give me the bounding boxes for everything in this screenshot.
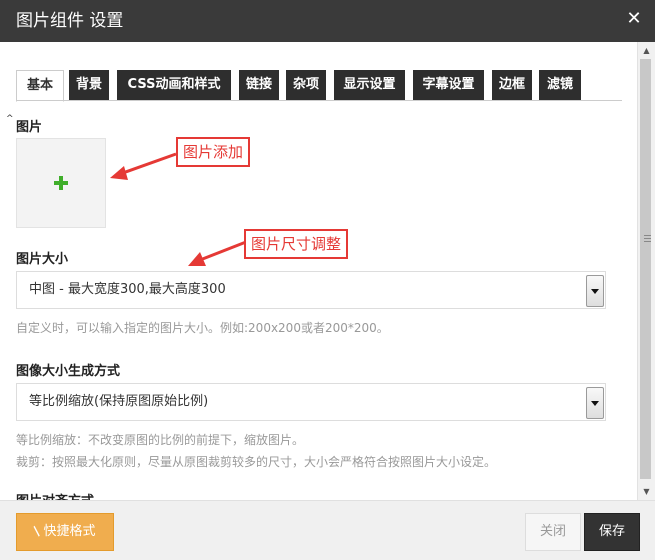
tab-links[interactable]: 链接 — [239, 70, 279, 100]
annotation-arrow-add — [110, 152, 177, 180]
generate-help-scale: 等比例缩放：不改变原图的比例的前提下，缩放图片。 — [16, 433, 305, 447]
add-image-button[interactable] — [16, 138, 106, 228]
annotation-arrow-resize — [188, 240, 247, 266]
vertical-scrollbar[interactable]: ▲ ▼ — [637, 42, 655, 500]
annotation-add-image: 图片添加 — [176, 137, 251, 167]
generate-method-select[interactable]: 等比例缩放(保持原图原始比例) — [16, 383, 606, 421]
tab-basic[interactable]: 基本 — [16, 70, 64, 102]
scroll-up-icon[interactable]: ▲ — [638, 42, 655, 59]
tab-divider — [16, 100, 622, 101]
grip-line — [644, 238, 651, 239]
dialog-titlebar: 图片组件 设置 ✕ — [0, 0, 655, 42]
grip-line — [644, 241, 651, 242]
tab-css-animation[interactable]: CSS动画和样式 — [117, 70, 231, 100]
image-size-title: 图片大小 — [16, 252, 69, 267]
collapse-caret-icon[interactable]: ^ — [6, 114, 14, 124]
chevron-down-icon[interactable] — [586, 387, 604, 419]
generate-method-title: 图像大小生成方式 — [16, 364, 121, 379]
generate-help-crop: 裁剪：按照最大化原则，尽量从原图裁剪较多的尺寸，大小会严格符合按照图片大小设定。 — [16, 455, 497, 469]
quick-format-button[interactable]: / 快捷格式 — [16, 513, 114, 551]
dialog-footer: / 快捷格式 关闭 保存 — [0, 500, 655, 560]
scrollbar-thumb[interactable] — [640, 59, 651, 479]
tab-display-settings[interactable]: 显示设置 — [334, 70, 405, 100]
image-size-select[interactable]: 中图 - 最大宽度300,最大高度300 — [16, 271, 606, 309]
save-button[interactable]: 保存 — [584, 513, 640, 551]
close-button[interactable]: 关闭 — [525, 513, 581, 551]
image-size-help: 自定义时，可以输入指定的图片大小。例如:200x200或者200*200。 — [16, 321, 389, 335]
dialog-title: 图片组件 设置 — [16, 11, 124, 31]
chevron-down-icon[interactable] — [586, 275, 604, 307]
annotation-resize-image: 图片尺寸调整 — [244, 229, 349, 259]
tab-filter[interactable]: 滤镜 — [539, 70, 581, 100]
generate-method-value: 等比例缩放(保持原图原始比例) — [29, 394, 209, 409]
image-section-title: 图片 — [16, 120, 43, 135]
tab-background[interactable]: 背景 — [69, 70, 109, 100]
image-size-value: 中图 - 最大宽度300,最大高度300 — [29, 282, 226, 297]
tab-caption-settings[interactable]: 字幕设置 — [413, 70, 484, 100]
dialog-content: 基本 背景 CSS动画和样式 链接 杂项 显示设置 字幕设置 边框 滤镜 ^ 图… — [0, 42, 638, 500]
close-icon[interactable]: ✕ — [623, 8, 645, 30]
quick-format-label: 快捷格式 — [43, 524, 96, 539]
tab-border[interactable]: 边框 — [492, 70, 532, 100]
grip-line — [644, 235, 651, 236]
plus-icon — [54, 176, 68, 190]
scroll-down-icon[interactable]: ▼ — [638, 483, 655, 500]
tab-misc[interactable]: 杂项 — [286, 70, 326, 100]
image-align-title: 图片对齐方式 — [16, 490, 94, 500]
